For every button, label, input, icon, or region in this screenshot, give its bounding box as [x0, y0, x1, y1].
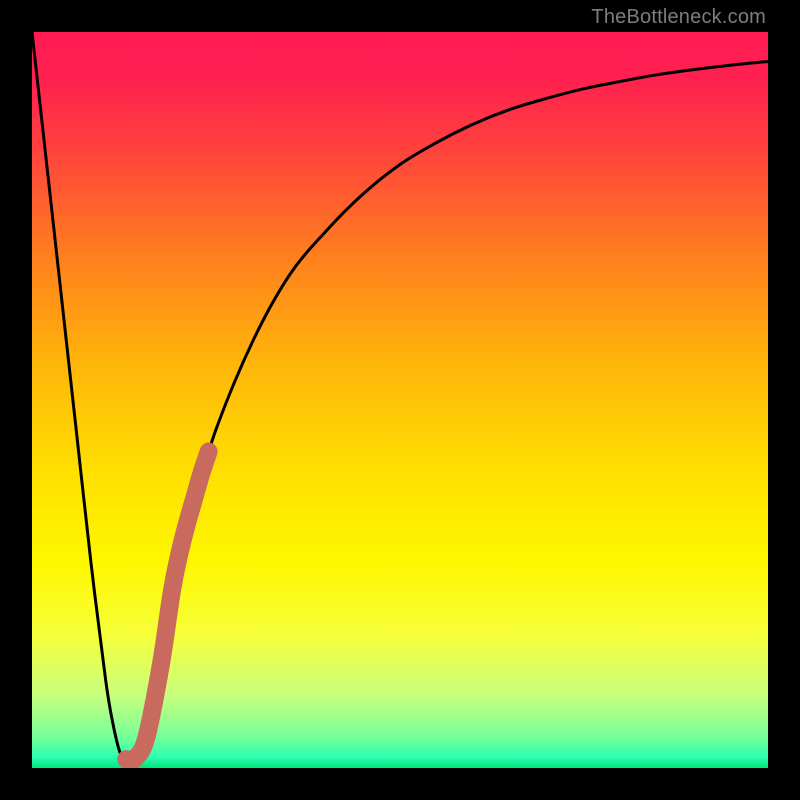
chart-svg [32, 32, 768, 768]
plot-area [32, 32, 768, 768]
gradient-background [32, 32, 768, 768]
chart-frame: TheBottleneck.com [0, 0, 800, 800]
attribution-text: TheBottleneck.com [591, 6, 766, 29]
